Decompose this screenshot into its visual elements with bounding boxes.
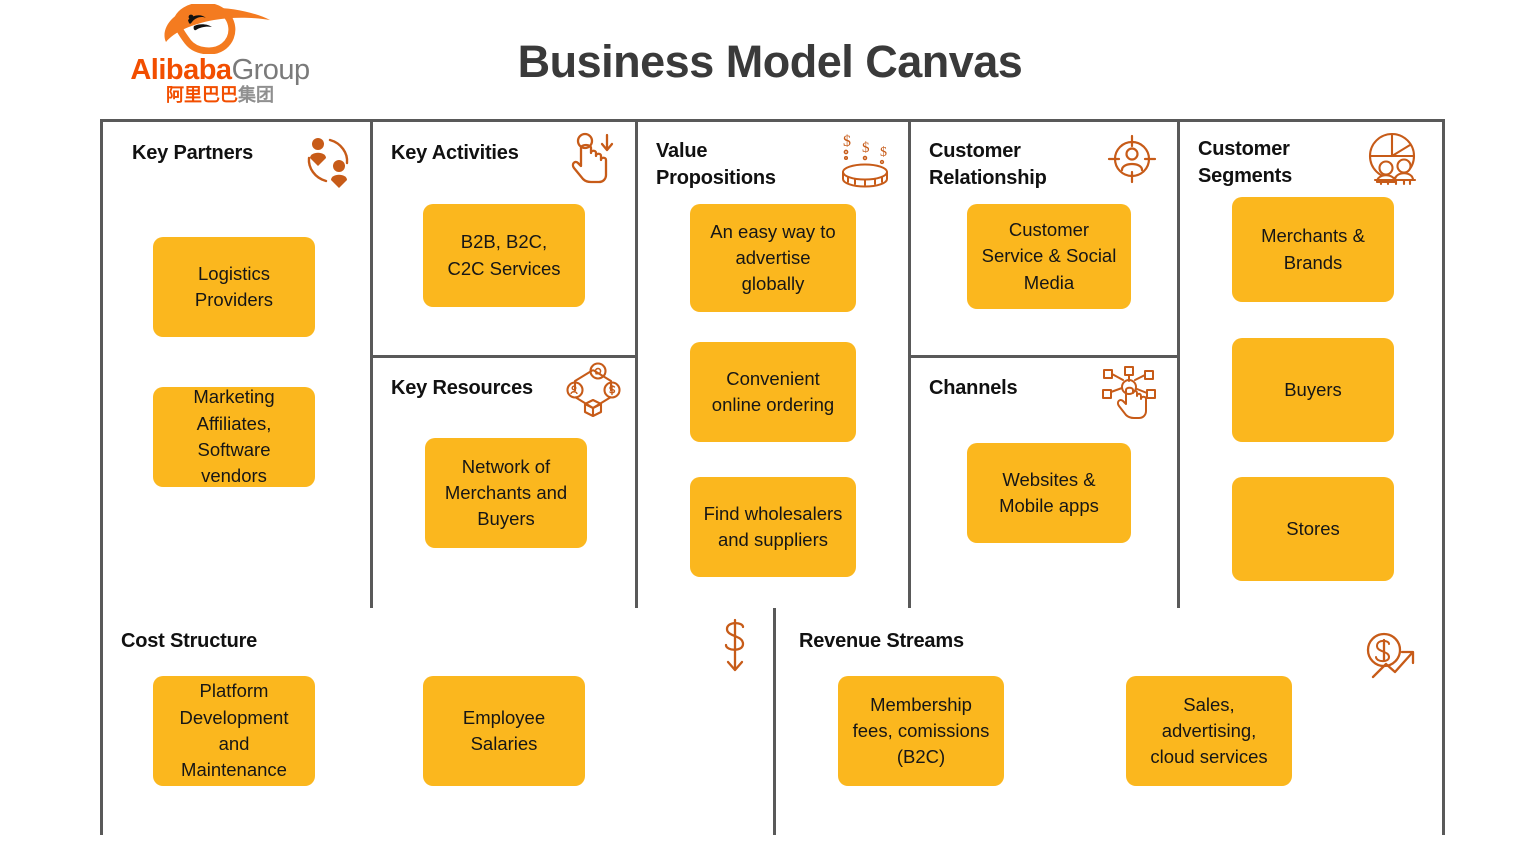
svg-text:$: $ [843, 133, 851, 150]
card-text: Logistics Providers [194, 262, 274, 310]
block-cost-structure[interactable]: Cost Structure Platform Development and … [103, 608, 773, 835]
svg-text:$: $ [880, 145, 887, 160]
card-text: Platform Development and Maintenance [179, 680, 289, 781]
card-network-merchants-buyers[interactable]: Network of Merchants and Buyers [425, 438, 587, 548]
block-title-customer-segments: Customer Segments [1198, 138, 1292, 187]
pie-chart-people-icon [1366, 132, 1422, 188]
block-key-partners[interactable]: Key Partners Logistics Providers Marketi… [103, 122, 370, 608]
block-title-cost-structure: Cost Structure [121, 630, 258, 652]
logo-brand-secondary: Group [231, 54, 311, 86]
pointing-hand-download-icon [569, 132, 617, 184]
card-b2b-b2c-c2c[interactable]: B2B, B2C, C2C Services [423, 204, 585, 307]
card-merchants-brands[interactable]: Merchants & Brands [1232, 197, 1394, 302]
header: AlibabaGroup 阿里巴巴集团 Business Model Canva… [0, 0, 1536, 112]
card-employee-salaries[interactable]: Employee Salaries [423, 676, 585, 786]
block-revenue-streams[interactable]: Revenue Streams Membership fees, comissi… [776, 608, 1442, 835]
logo-brand-primary: Alibaba [130, 54, 232, 86]
block-customer-segments[interactable]: Customer Segments Merchants & Brands Buy… [1180, 122, 1442, 608]
block-title-customer-relationship: Customer Relationship [929, 140, 1047, 189]
canvas-grid: Key Partners Logistics Providers Marketi… [100, 119, 1445, 835]
card-text: Employee Salaries [462, 706, 546, 754]
alibaba-group-logo: AlibabaGroup 阿里巴巴集团 [110, 2, 330, 108]
page-title: Business Model Canvas [517, 36, 1023, 87]
logo-wordmark: AlibabaGroup [110, 56, 330, 85]
block-title-key-partners: Key Partners [132, 142, 253, 164]
card-text: Membership fees, comissions (B2C) [852, 693, 990, 768]
card-easy-way-advertise[interactable]: An easy way to advertise globally [690, 204, 856, 312]
card-text: Find wholesalers and suppliers [703, 502, 843, 550]
logo-chinese-text: 阿里巴巴集团 [110, 86, 330, 104]
block-value-propositions[interactable]: Value Propositions $ $ $ An easy way to … [638, 122, 908, 608]
block-title-revenue-streams: Revenue Streams [799, 630, 964, 652]
card-text: Marketing Affiliates, Software vendors [193, 386, 275, 487]
logo-chinese-dim: 集团 [238, 85, 274, 105]
hand-network-touch-icon [1101, 366, 1159, 422]
block-channels[interactable]: Channels Websites & Mobile apps [911, 358, 1177, 608]
block-title-channels: Channels [929, 377, 1018, 399]
card-convenient-online-ordering[interactable]: Convenient online ordering [690, 342, 856, 442]
block-title-key-resources: Key Resources [391, 377, 533, 399]
logo-chinese-main: 阿里巴巴 [166, 85, 238, 105]
card-text: An easy way to advertise globally [710, 220, 836, 295]
block-key-activities[interactable]: Key Activities B2B, B2C, C2C Services [373, 122, 635, 355]
resources-diamond-icon [565, 362, 621, 420]
block-key-resources[interactable]: Key Resources Network of Merchants and B… [373, 358, 635, 608]
card-text: Merchants & Brands [1261, 225, 1365, 273]
card-find-wholesalers[interactable]: Find wholesalers and suppliers [690, 477, 856, 577]
card-text: Convenient online ordering [711, 367, 835, 415]
card-text: Buyers [1284, 378, 1342, 400]
alibaba-a-mark-icon [158, 2, 282, 55]
card-sales-advertising[interactable]: Sales, advertising, cloud services [1126, 676, 1292, 786]
dollar-growth-arrow-icon [1364, 630, 1426, 686]
card-buyers[interactable]: Buyers [1232, 338, 1394, 442]
block-title-value-propositions: Value Propositions [656, 140, 776, 189]
block-title-key-activities: Key Activities [391, 142, 519, 164]
coin-dollars-icon: $ $ $ [835, 132, 895, 188]
card-text: Websites & Mobile apps [999, 468, 1099, 516]
partners-network-icon [303, 135, 353, 188]
business-model-canvas-page: AlibabaGroup 阿里巴巴集团 Business Model Canva… [0, 0, 1536, 864]
card-text: Sales, advertising, cloud services [1150, 693, 1268, 768]
svg-text:$: $ [862, 140, 870, 156]
card-membership-fees[interactable]: Membership fees, comissions (B2C) [838, 676, 1004, 786]
card-text: Network of Merchants and Buyers [444, 455, 568, 530]
card-websites-mobile-apps[interactable]: Websites & Mobile apps [967, 443, 1131, 543]
card-stores[interactable]: Stores [1232, 477, 1394, 581]
card-text: Stores [1286, 517, 1340, 539]
card-logistics-providers[interactable]: Logistics Providers [153, 237, 315, 337]
card-platform-development[interactable]: Platform Development and Maintenance [153, 676, 315, 786]
target-person-icon [1106, 134, 1158, 184]
card-customer-service-social[interactable]: Customer Service & Social Media [967, 204, 1131, 309]
card-text: Customer Service & Social Media [981, 219, 1117, 293]
card-marketing-affiliates[interactable]: Marketing Affiliates, Software vendors [153, 386, 315, 487]
block-customer-relationship[interactable]: Customer Relationship Customer Service &… [911, 122, 1177, 355]
card-text: B2B, B2C, C2C Services [447, 231, 561, 279]
dollar-down-arrow-icon [714, 616, 756, 680]
